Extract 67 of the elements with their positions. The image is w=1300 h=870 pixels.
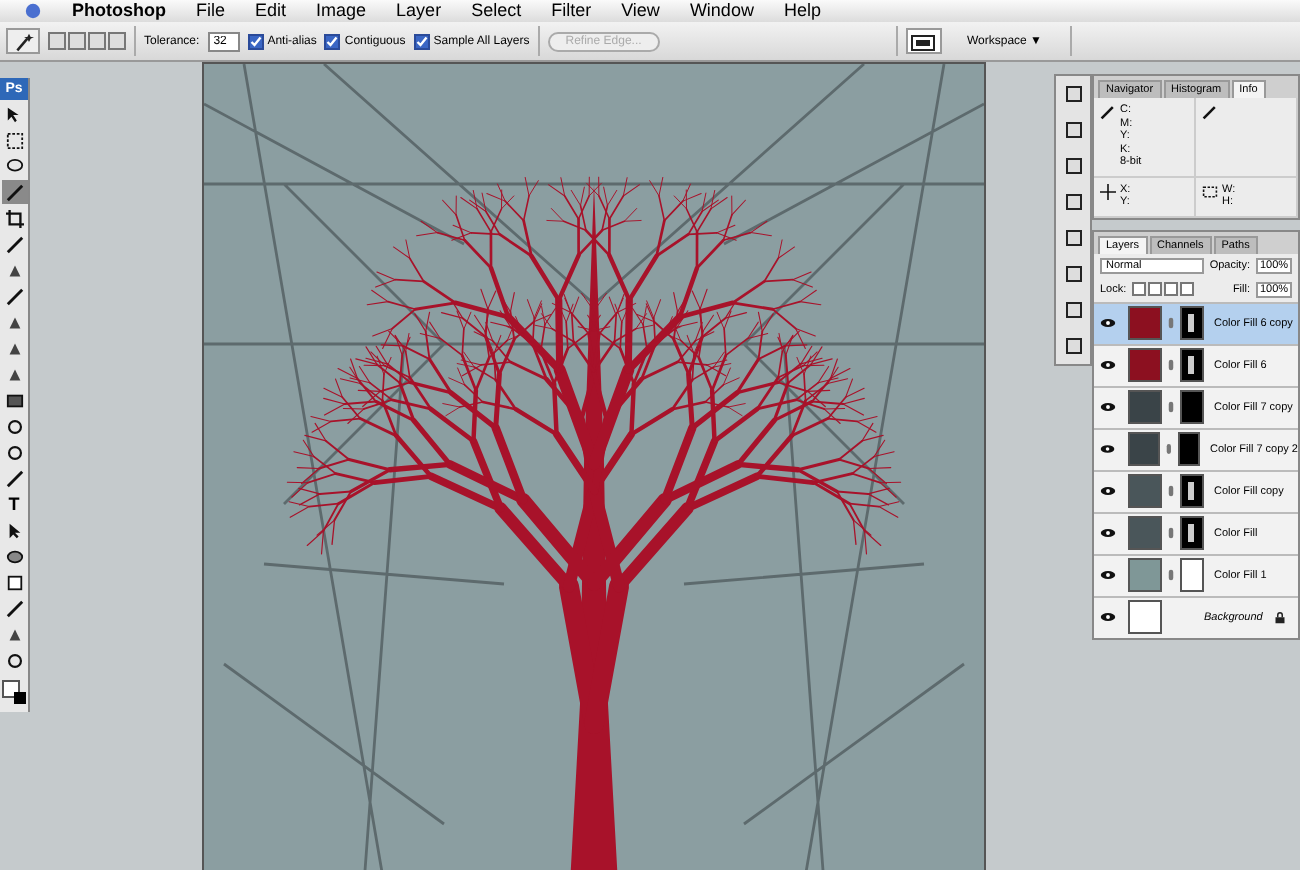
chain-link-icon xyxy=(1168,316,1174,330)
type-tool[interactable]: T xyxy=(1,492,27,516)
crop-tool[interactable] xyxy=(1,206,27,230)
crop-icon xyxy=(5,209,23,227)
eye-icon[interactable] xyxy=(1100,360,1116,370)
panel-icon[interactable] xyxy=(1063,336,1084,356)
magic-wand-icon xyxy=(13,31,33,51)
gradient-icon xyxy=(5,391,23,409)
circle-icon xyxy=(5,417,23,435)
panel-icon[interactable] xyxy=(1063,264,1084,284)
panel-icon[interactable] xyxy=(1063,120,1084,140)
color-swatches[interactable] xyxy=(2,680,26,704)
triangle-icon xyxy=(5,261,23,279)
eye-icon[interactable] xyxy=(1100,570,1116,580)
ellipse-icon xyxy=(5,547,23,565)
note-icon xyxy=(5,573,23,591)
eye-icon[interactable] xyxy=(1100,528,1116,538)
eye-icon[interactable] xyxy=(1100,486,1116,496)
menu-item[interactable]: Photoshop xyxy=(72,0,166,22)
eye-icon[interactable] xyxy=(1100,444,1116,454)
menu-item[interactable]: View xyxy=(621,0,660,22)
chain-link-icon xyxy=(1168,526,1174,540)
selection-size-icon xyxy=(1202,183,1218,199)
menu-item[interactable]: Edit xyxy=(255,0,287,22)
menu-item[interactable]: Layer xyxy=(396,0,442,22)
checkbox[interactable] xyxy=(413,33,430,49)
eye-icon[interactable] xyxy=(1100,612,1116,622)
menu-item[interactable]: Select xyxy=(471,0,522,22)
lock-buttons[interactable] xyxy=(1132,282,1195,296)
apple-icon[interactable] xyxy=(24,2,42,20)
selection-mode-buttons[interactable] xyxy=(48,32,126,50)
panel-icon[interactable] xyxy=(1063,156,1084,176)
menu-item[interactable]: Help xyxy=(783,0,821,22)
chain-link-icon xyxy=(1168,400,1174,414)
pen-tool[interactable] xyxy=(1,466,27,490)
chain-link-icon xyxy=(1168,484,1174,498)
palette-well-button[interactable] xyxy=(906,28,943,54)
checkbox[interactable] xyxy=(247,33,264,49)
menu-item[interactable]: Window xyxy=(689,0,754,22)
chain-link-icon xyxy=(1168,568,1174,582)
pointer-icon xyxy=(5,521,23,539)
circle-icon xyxy=(5,443,23,461)
eye-icon[interactable] xyxy=(1100,318,1116,328)
lock-icon xyxy=(1274,611,1286,623)
slice-tool[interactable] xyxy=(1,232,27,256)
brush-tool[interactable] xyxy=(1,284,27,308)
palette-icon xyxy=(910,31,939,51)
arrow-icon xyxy=(5,105,23,123)
menu-item[interactable]: Image xyxy=(316,0,367,22)
chain-link-icon xyxy=(1165,442,1172,456)
eyedrop-tool[interactable] xyxy=(1,596,27,620)
tool-preset-picker[interactable] xyxy=(6,28,40,54)
marquee-tool[interactable] xyxy=(1,128,27,152)
eye-icon[interactable] xyxy=(1100,402,1116,412)
panel-icon[interactable] xyxy=(1063,228,1084,248)
triangle-icon xyxy=(5,625,23,643)
panel-icon[interactable] xyxy=(1063,84,1084,104)
panel-icon[interactable] xyxy=(1063,192,1084,212)
menu-item[interactable]: File xyxy=(196,0,226,22)
wand-tool[interactable] xyxy=(1,180,27,204)
crosshair-icon xyxy=(1100,183,1116,199)
zoom-icon xyxy=(5,651,23,669)
chain-link-icon xyxy=(1168,358,1174,372)
panel-icon[interactable] xyxy=(1063,300,1084,320)
dashed-rectangle-icon xyxy=(5,131,23,149)
menu-item[interactable]: Filter xyxy=(551,0,592,22)
checkbox[interactable] xyxy=(324,33,341,49)
